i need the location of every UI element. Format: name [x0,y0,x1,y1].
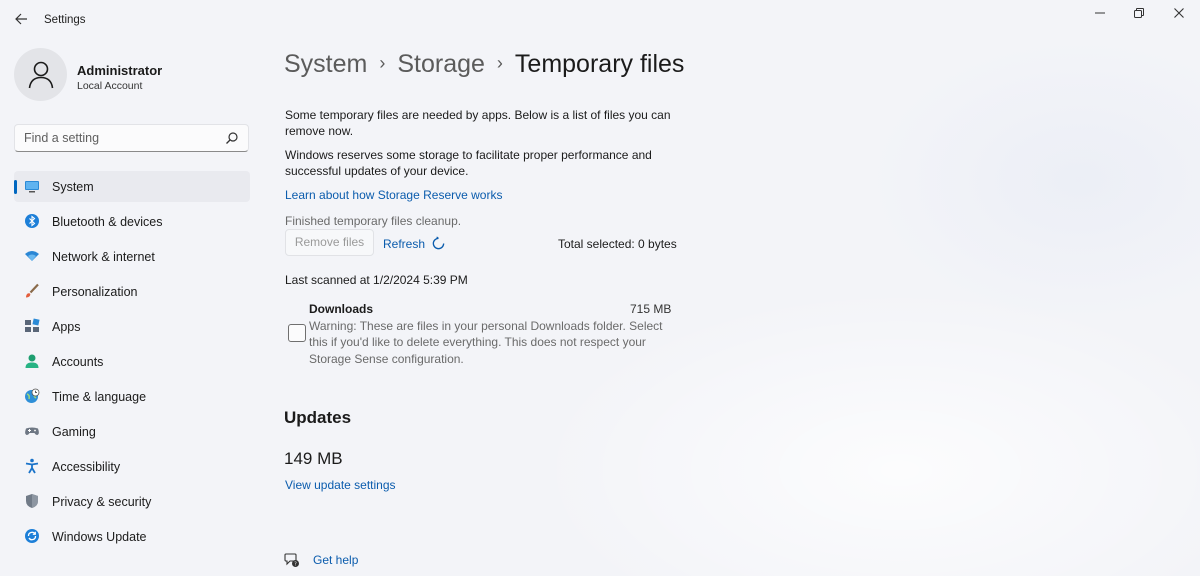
breadcrumb: System › Storage › Temporary files [284,50,684,79]
breadcrumb-storage[interactable]: Storage [397,50,485,79]
restore-icon [1134,8,1144,18]
downloads-size: 715 MB [630,302,672,316]
sidebar-item-label: Time & language [52,390,147,404]
sidebar-item-bluetooth[interactable]: Bluetooth & devices [14,206,250,237]
sidebar-item-time-language[interactable]: Time & language [14,381,250,412]
sidebar-item-label: Accounts [52,355,104,369]
help-icon: ? [284,553,299,568]
back-arrow-icon [15,13,27,25]
restore-button[interactable] [1126,6,1152,24]
sidebar-item-label: Gaming [52,425,96,439]
close-icon [1174,8,1184,18]
updates-size: 149 MB [284,449,343,468]
minimize-icon [1095,12,1105,14]
refresh-button[interactable]: Refresh [383,236,446,251]
sidebar-item-apps[interactable]: Apps [14,311,250,342]
minimize-button[interactable] [1087,6,1113,24]
cleanup-status: Finished temporary files cleanup. [285,214,462,228]
updates-title: Updates [284,408,352,427]
total-selected: Total selected: 0 bytes [558,237,677,251]
downloads-description: Warning: These are files in your persona… [309,319,663,366]
view-update-settings-link[interactable]: View update settings [285,478,396,492]
sidebar-item-label: Windows Update [52,530,147,544]
accessibility-icon [25,458,39,474]
downloads-checkbox[interactable] [288,324,306,342]
active-indicator [14,180,17,194]
sidebar-item-network[interactable]: Network & internet [14,241,250,272]
storage-reserve-text: Windows reserves some storage to facilit… [285,148,652,178]
apps-icon [25,318,40,332]
search-icon[interactable] [225,131,239,145]
wifi-icon [25,251,39,261]
sidebar-item-gaming[interactable]: Gaming [14,416,250,447]
refresh-spinner-icon [432,236,445,250]
sidebar-item-label: Privacy & security [52,495,152,509]
sidebar-item-label: Network & internet [52,250,155,264]
breadcrumb-separator: › [379,53,386,73]
sidebar-item-label: Bluetooth & devices [52,215,163,229]
sidebar-item-label: Apps [52,320,81,334]
back-button[interactable] [12,12,30,30]
monitor-icon [25,181,39,193]
sidebar-item-personalization[interactable]: Personalization [14,276,250,307]
account-name: Administrator [77,63,163,78]
shield-icon [26,494,38,508]
search-box[interactable] [14,124,249,152]
user-icon [28,61,54,89]
brush-icon [26,283,39,298]
globe-clock-icon [25,388,40,403]
person-icon [25,354,39,368]
sidebar-item-windows-update[interactable]: Windows Update [14,521,250,552]
storage-reserve-link[interactable]: Learn about how Storage Reserve works [285,188,502,202]
intro-text: Some temporary files are needed by apps.… [285,108,671,138]
get-help[interactable]: ? Get help [284,552,358,568]
search-input[interactable] [24,131,219,145]
update-icon [25,529,39,543]
account-type: Local Account [77,80,143,92]
app-title: Settings [44,14,86,26]
close-button[interactable] [1166,6,1192,24]
remove-files-button[interactable]: Remove files [285,229,374,256]
bluetooth-icon [25,214,39,228]
page-title: Temporary files [514,50,685,78]
breadcrumb-separator: › [496,53,503,73]
sidebar-item-label: System [52,180,94,194]
sidebar-item-system[interactable]: System [14,171,250,202]
last-scanned: Last scanned at 1/2/2024 5:39 PM [285,273,468,287]
gamepad-icon [25,427,39,435]
sidebar-item-label: Personalization [52,285,138,299]
downloads-title: Downloads [309,302,374,316]
svg-text:?: ? [294,562,297,568]
get-help-link: Get help [313,553,359,567]
sidebar-item-accounts[interactable]: Accounts [14,346,250,377]
sidebar-nav: System Bluetooth & devices Network & int… [14,171,250,556]
sidebar-item-privacy[interactable]: Privacy & security [14,486,250,517]
sidebar-item-label: Accessibility [52,460,121,474]
avatar[interactable] [14,48,67,101]
title-bar: Settings [0,0,1200,40]
breadcrumb-system[interactable]: System [284,50,367,79]
sidebar-item-accessibility[interactable]: Accessibility [14,451,250,482]
refresh-label: Refresh [383,236,426,251]
